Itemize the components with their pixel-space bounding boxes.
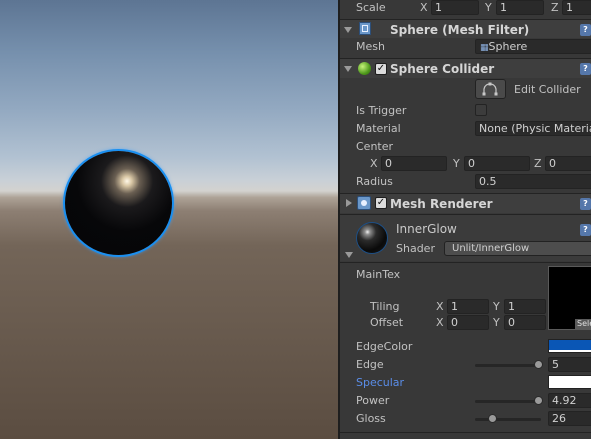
is-trigger-label: Is Trigger (356, 104, 407, 117)
offset-x-label[interactable]: X (436, 316, 444, 329)
scale-y-label[interactable]: Y (485, 1, 492, 14)
radius-field[interactable]: 0.5 (475, 174, 591, 189)
edge-value-field[interactable]: 5 (548, 357, 591, 372)
material-preview-sphere (356, 222, 388, 254)
scale-z-field[interactable]: 1 (562, 0, 591, 15)
physic-material-field[interactable]: None (Physic Material) (475, 121, 591, 136)
separator (340, 262, 591, 263)
mesh-field[interactable]: ▦Sphere (475, 39, 591, 54)
help-icon[interactable]: ? (580, 224, 591, 236)
center-x-field[interactable]: 0 (381, 156, 447, 171)
maintex-label: MainTex (356, 268, 401, 281)
power-slider-track[interactable] (475, 400, 541, 403)
mesh-renderer-icon (357, 196, 371, 210)
offset-y-label[interactable]: Y (493, 316, 500, 329)
edit-collider-label[interactable]: Edit Collider (514, 83, 581, 96)
help-icon[interactable]: ? (580, 63, 591, 75)
gloss-slider-knob[interactable] (487, 414, 497, 423)
edge-slider-knob[interactable] (534, 360, 544, 369)
gloss-slider-track[interactable] (475, 418, 541, 421)
edgecolor-swatch[interactable] (548, 339, 591, 353)
shader-dropdown[interactable]: Unlit/InnerGlow (444, 241, 591, 256)
edge-label: Edge (356, 358, 384, 371)
mesh-renderer-title[interactable]: Mesh Renderer (390, 197, 493, 211)
material-foldout-arrow-icon[interactable] (345, 252, 353, 258)
sphere-collider-title[interactable]: Sphere Collider (390, 62, 494, 76)
center-x-label[interactable]: X (370, 157, 378, 170)
tiling-x-field[interactable]: 1 (447, 299, 489, 314)
mesh-asset-icon: ▦ (480, 43, 489, 53)
material-label: Material (356, 122, 401, 135)
edgecolor-label: EdgeColor (356, 340, 413, 353)
maintex-texture-slot[interactable]: Select (548, 266, 591, 330)
mesh-filter-icon (359, 22, 371, 35)
scale-x-label[interactable]: X (420, 1, 428, 14)
tiling-y-label[interactable]: Y (493, 300, 500, 313)
scale-label: Scale (356, 1, 386, 14)
shader-label: Shader (396, 242, 435, 255)
texture-select-button[interactable]: Select (575, 319, 591, 329)
tiling-y-field[interactable]: 1 (504, 299, 546, 314)
power-label: Power (356, 394, 390, 407)
tiling-label: Tiling (370, 300, 400, 313)
mesh-value: Sphere (488, 40, 528, 53)
power-slider-knob[interactable] (534, 396, 544, 405)
mesh-filter-title[interactable]: Sphere (Mesh Filter) (390, 23, 529, 37)
help-icon[interactable]: ? (580, 24, 591, 36)
gloss-label: Gloss (356, 412, 386, 425)
gloss-value-field[interactable]: 26 (548, 411, 591, 426)
center-y-label[interactable]: Y (453, 157, 460, 170)
mesh-label: Mesh (356, 40, 385, 53)
center-y-field[interactable]: 0 (464, 156, 530, 171)
offset-label: Offset (370, 316, 404, 329)
is-trigger-checkbox[interactable] (475, 104, 487, 116)
offset-y-field[interactable]: 0 (504, 315, 546, 330)
help-icon[interactable]: ? (580, 198, 591, 210)
power-value-field[interactable]: 4.92 (548, 393, 591, 408)
center-z-field[interactable]: 0 (545, 156, 591, 171)
shader-value: Unlit/InnerGlow (452, 243, 530, 254)
offset-x-field[interactable]: 0 (447, 315, 489, 330)
specular-label: Specular (356, 376, 405, 389)
sphere-object[interactable] (65, 151, 172, 255)
center-label: Center (356, 140, 394, 153)
foldout-arrow-icon[interactable] (344, 27, 352, 33)
specular-swatch[interactable] (548, 375, 591, 389)
edit-collider-button[interactable] (475, 79, 506, 99)
edge-slider-track[interactable] (475, 364, 541, 367)
material-name[interactable]: InnerGlow (396, 222, 457, 236)
sphere-collider-icon (358, 62, 371, 75)
scale-y-field[interactable]: 1 (496, 0, 544, 15)
renderer-enabled-checkbox[interactable]: ✓ (375, 197, 387, 209)
radius-label: Radius (356, 175, 393, 188)
scale-x-field[interactable]: 1 (431, 0, 479, 15)
collider-enabled-checkbox[interactable]: ✓ (375, 63, 387, 75)
foldout-arrow-icon[interactable] (344, 66, 352, 72)
tiling-x-label[interactable]: X (436, 300, 444, 313)
edit-collider-icon (482, 82, 498, 96)
center-z-label[interactable]: Z (534, 157, 542, 170)
scale-z-label[interactable]: Z (551, 1, 559, 14)
scene-view[interactable] (0, 0, 338, 439)
separator (340, 432, 591, 433)
foldout-arrow-icon[interactable] (346, 199, 352, 207)
inspector-panel: Scale X 1 Y 1 Z 1 Sphere (Mesh Filter) ?… (340, 0, 591, 439)
